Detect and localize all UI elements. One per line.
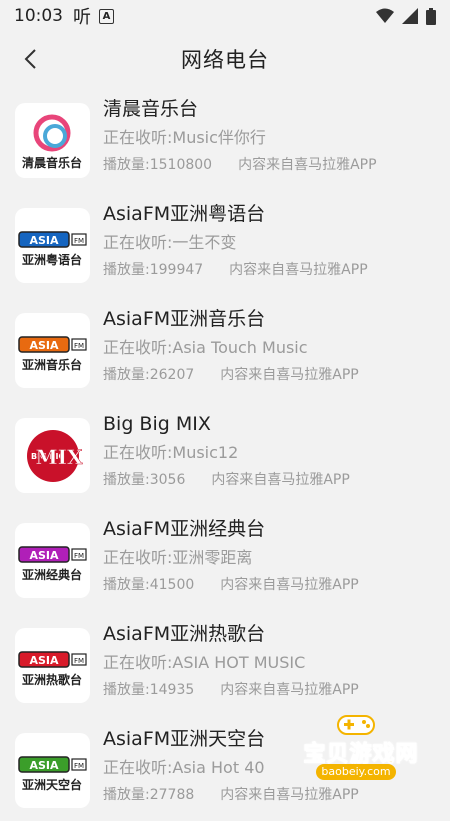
svg-text:亚洲天空台: 亚洲天空台	[22, 777, 82, 792]
now-playing: 正在收听:ASIA HOT MUSIC	[103, 653, 306, 672]
play-count: 播放量:14935	[103, 682, 195, 698]
play-count: 播放量:1510800	[103, 157, 213, 173]
station-name: AsiaFM亚洲音乐台	[103, 308, 266, 330]
gamepad-icon	[337, 715, 375, 735]
svg-text:FM: FM	[74, 657, 84, 665]
svg-text:ASIA: ASIA	[29, 549, 59, 562]
svg-text:亚洲经典台: 亚洲经典台	[22, 567, 82, 582]
station-name: AsiaFM亚洲经典台	[103, 518, 266, 540]
logo-image: 清晨音乐台	[22, 114, 82, 170]
status-badge: A	[99, 8, 114, 24]
logo-image: ASIA FM 亚洲经典台	[18, 546, 87, 582]
svg-text:MIX: MIX	[35, 445, 82, 469]
logo-image: ASIA FM 亚洲天空台	[18, 756, 87, 792]
page-title: 网络电台	[181, 48, 269, 72]
now-playing: 正在收听:Music伴你行	[103, 128, 266, 147]
station-item[interactable]: 清晨音乐台 清晨音乐台 正在收听:Music伴你行 播放量:1510800 内容来…	[0, 86, 450, 191]
svg-text:ASIA: ASIA	[29, 339, 59, 352]
logo-image: ASIA FM 亚洲热歌台	[18, 651, 87, 687]
svg-text:ASIA: ASIA	[29, 759, 59, 772]
status-time: 10:03	[14, 6, 63, 26]
station-name: AsiaFM亚洲热歌台	[103, 623, 266, 645]
station-logo: ASIA FM 亚洲天空台	[15, 733, 90, 808]
play-count: 播放量:27788	[103, 787, 195, 803]
battery-icon	[426, 7, 436, 25]
play-count: 播放量:26207	[103, 367, 195, 383]
app-bar: 网络电台	[0, 32, 450, 86]
svg-text:亚洲热歌台: 亚洲热歌台	[22, 672, 82, 687]
chevron-left-icon	[24, 49, 36, 69]
station-name: 清晨音乐台	[103, 98, 199, 120]
watermark: 宝贝游戏网 baobeiy.com	[296, 708, 418, 780]
svg-text:FM: FM	[74, 552, 84, 560]
logo-image: ASIA FM 亚洲音乐台	[18, 336, 87, 372]
now-playing: 正在收听:亚洲零距离	[103, 548, 253, 567]
play-count: 播放量:41500	[103, 577, 195, 593]
content-source: 内容来自喜马拉雅APP	[238, 157, 377, 173]
station-item[interactable]: BIG BIG MIX Big Big MIX 正在收听:Music12 播放量…	[0, 401, 450, 506]
svg-text:清晨音乐台: 清晨音乐台	[22, 155, 82, 170]
status-bar: 10:03 听 A	[0, 0, 450, 32]
now-playing: 正在收听:一生不变	[103, 233, 237, 252]
svg-text:FM: FM	[74, 342, 84, 350]
watermark-url: baobeiy.com	[316, 764, 396, 780]
content-source: 内容来自喜马拉雅APP	[220, 367, 359, 383]
station-logo: BIG BIG MIX	[15, 418, 90, 493]
wifi-icon	[376, 8, 394, 23]
content-source: 内容来自喜马拉雅APP	[220, 682, 359, 698]
station-logo: 清晨音乐台	[15, 103, 90, 178]
svg-text:FM: FM	[74, 762, 84, 770]
station-item[interactable]: ASIA FM 亚洲热歌台 AsiaFM亚洲热歌台 正在收听:ASIA HOT …	[0, 611, 450, 716]
station-item[interactable]: ASIA FM 亚洲音乐台 AsiaFM亚洲音乐台 正在收听:Asia Touc…	[0, 296, 450, 401]
now-playing: 正在收听:Music12	[103, 443, 239, 462]
station-name: AsiaFM亚洲粤语台	[103, 203, 266, 225]
station-logo: ASIA FM 亚洲热歌台	[15, 628, 90, 703]
station-item[interactable]: ASIA FM 亚洲粤语台 AsiaFM亚洲粤语台 正在收听:一生不变 播放量:…	[0, 191, 450, 296]
svg-text:亚洲音乐台: 亚洲音乐台	[22, 357, 82, 372]
station-logo: ASIA FM 亚洲粤语台	[15, 208, 90, 283]
svg-text:亚洲粤语台: 亚洲粤语台	[22, 252, 82, 267]
content-source: 内容来自喜马拉雅APP	[229, 262, 368, 278]
station-logo: ASIA FM 亚洲音乐台	[15, 313, 90, 388]
status-glyph: 听	[73, 7, 91, 28]
content-source: 内容来自喜马拉雅APP	[211, 472, 350, 488]
now-playing: 正在收听:Asia Touch Music	[103, 338, 308, 357]
station-logo: ASIA FM 亚洲经典台	[15, 523, 90, 598]
station-name: Big Big MIX	[103, 413, 211, 435]
logo-image: ASIA FM 亚洲粤语台	[18, 231, 87, 267]
logo-image: BIG BIG MIX	[27, 430, 83, 482]
back-button[interactable]	[12, 41, 48, 77]
signal-icon	[402, 8, 418, 24]
svg-text:ASIA: ASIA	[29, 234, 59, 247]
content-source: 内容来自喜马拉雅APP	[220, 787, 359, 803]
play-count: 播放量:199947	[103, 262, 204, 278]
content-source: 内容来自喜马拉雅APP	[220, 577, 359, 593]
svg-text:ASIA: ASIA	[29, 654, 59, 667]
play-count: 播放量:3056	[103, 472, 186, 488]
svg-text:FM: FM	[74, 237, 84, 245]
station-item[interactable]: ASIA FM 亚洲经典台 AsiaFM亚洲经典台 正在收听:亚洲零距离 播放量…	[0, 506, 450, 611]
